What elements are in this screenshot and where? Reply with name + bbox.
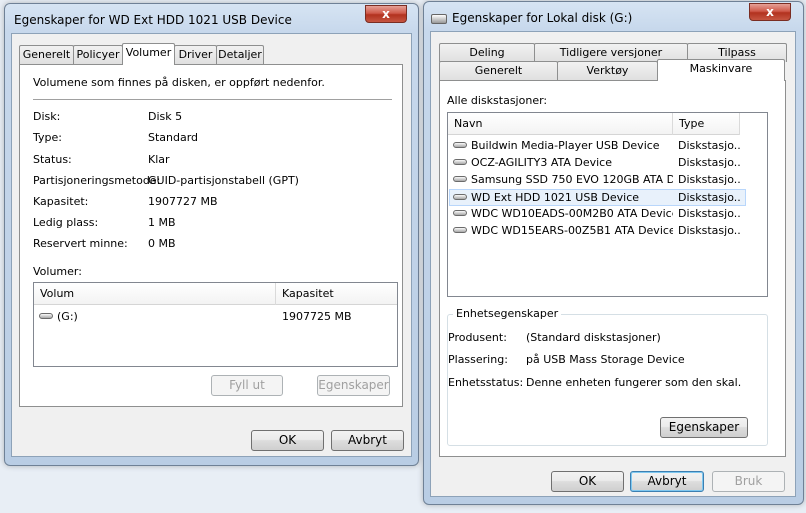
- list-item[interactable]: WDC WD15EARS-00Z5B1 ATA Device Diskstasj…: [449, 223, 746, 240]
- ok-button[interactable]: OK: [551, 471, 624, 492]
- volumes-panel: Volumene som finnes på disken, er oppfør…: [19, 64, 403, 407]
- tab-deling[interactable]: Deling: [439, 43, 535, 62]
- drive-name: WD Ext HDD 1021 USB Device: [471, 191, 640, 204]
- tab-volumer[interactable]: Volumer: [122, 43, 175, 65]
- device-label-manufacturer: Produsent:: [448, 331, 507, 344]
- drive-name-cell: Buildwin Media-Player USB Device: [453, 138, 673, 154]
- left-dialog-title: Egenskaper for WD Ext HDD 1021 USB Devic…: [14, 13, 292, 27]
- prop-value-reserved: 0 MB: [148, 237, 176, 250]
- device-value-manufacturer: (Standard diskstasjoner): [526, 331, 661, 344]
- tab-generelt[interactable]: Generelt: [19, 45, 74, 64]
- volume-properties-button[interactable]: Egenskaper: [317, 375, 390, 396]
- column-header-navn[interactable]: Navn: [448, 113, 672, 135]
- tab-verktoy[interactable]: Verktøy: [557, 61, 658, 80]
- drive-icon: [453, 142, 467, 148]
- right-dialog: Egenskaper for Lokal disk (G:) x Deling …: [423, 1, 804, 505]
- column-separator: [739, 113, 740, 135]
- drive-icon: [453, 210, 467, 216]
- drive-title-icon: [431, 14, 447, 24]
- right-client-area: Deling Tidligere versjoner Tilpass Gener…: [430, 31, 796, 497]
- drive-name: WDC WD15EARS-00Z5B1 ATA Device: [471, 224, 673, 237]
- column-header-kapasitet[interactable]: Kapasitet: [276, 283, 397, 305]
- volumes-list[interactable]: Volum Kapasitet (G:) 1907725 MB: [33, 282, 398, 367]
- drive-icon: [453, 176, 467, 182]
- list-item[interactable]: OCZ-AGILITY3 ATA Device Diskstasjo...: [449, 155, 746, 172]
- prop-label-disk: Disk:: [33, 110, 61, 123]
- right-close-button[interactable]: x: [749, 3, 791, 21]
- volumes-label: Volumer:: [33, 265, 82, 278]
- device-value-status: Denne enheten fungerer som den skal.: [526, 376, 742, 389]
- column-header-volum[interactable]: Volum: [34, 283, 275, 305]
- prop-label-capacity: Kapasitet:: [33, 195, 89, 208]
- drive-icon: [453, 159, 467, 165]
- tab-generelt[interactable]: Generelt: [439, 61, 558, 80]
- cancel-button[interactable]: Avbryt: [331, 430, 404, 451]
- hardware-panel: Alle diskstasjoner: Navn Type Buildwin M…: [439, 80, 786, 457]
- prop-value-disk: Disk 5: [148, 110, 183, 123]
- device-properties-group: Enhetsegenskaper Produsent: (Standard di…: [447, 307, 768, 446]
- column-header-type[interactable]: Type: [673, 113, 739, 135]
- device-label-location: Plassering:: [448, 353, 508, 366]
- right-dialog-title: Egenskaper for Lokal disk (G:): [452, 11, 633, 25]
- tab-maskinvare[interactable]: Maskinvare: [657, 59, 785, 81]
- prop-value-free: 1 MB: [148, 216, 176, 229]
- populate-button[interactable]: Fyll ut: [211, 375, 283, 396]
- drive-type: Diskstasjo...: [678, 191, 740, 204]
- drive-name: WDC WD10EADS-00M2B0 ATA Device: [471, 207, 673, 220]
- all-drives-label: Alle diskstasjoner:: [447, 94, 548, 107]
- drive-name-cell: WDC WD15EARS-00Z5B1 ATA Device: [453, 223, 673, 239]
- device-group-title: Enhetsegenskaper: [453, 307, 562, 320]
- cancel-button[interactable]: Avbryt: [630, 471, 704, 492]
- left-dialog: Egenskaper for WD Ext HDD 1021 USB Devic…: [4, 3, 419, 466]
- tab-detaljer[interactable]: Detaljer: [216, 45, 264, 64]
- prop-label-status: Status:: [33, 153, 72, 166]
- close-icon: x: [766, 5, 774, 19]
- list-item[interactable]: Samsung SSD 750 EVO 120GB ATA D... Disks…: [449, 172, 746, 189]
- prop-label-type: Type:: [33, 131, 62, 144]
- list-item[interactable]: (G:) 1907725 MB: [35, 309, 396, 326]
- ok-button[interactable]: OK: [251, 430, 324, 451]
- drive-icon: [453, 227, 467, 233]
- tab-driver[interactable]: Driver: [174, 45, 217, 64]
- prop-value-partition: GUID-partisjonstabell (GPT): [148, 174, 299, 187]
- volume-capacity: 1907725 MB: [282, 310, 352, 323]
- drive-name: Samsung SSD 750 EVO 120GB ATA D...: [471, 173, 673, 186]
- device-label-status: Enhetsstatus:: [448, 376, 524, 389]
- close-icon: x: [382, 7, 390, 21]
- drive-name: OCZ-AGILITY3 ATA Device: [471, 156, 612, 169]
- prop-label-reserved: Reservert minne:: [33, 237, 128, 250]
- drive-type: Diskstasjo...: [678, 173, 740, 186]
- left-client-area: Generelt Policyer Volumer Driver Detalje…: [11, 33, 412, 457]
- left-close-button[interactable]: x: [365, 5, 407, 23]
- drive-name-cell: WD Ext HDD 1021 USB Device: [453, 190, 673, 206]
- prop-label-partition: Partisjoneringsmetode:: [33, 174, 161, 187]
- prop-label-free: Ledig plass:: [33, 216, 99, 229]
- apply-button[interactable]: Bruk: [712, 471, 785, 492]
- list-item[interactable]: WDC WD10EADS-00M2B0 ATA Device Diskstasj…: [449, 206, 746, 223]
- drive-type: Diskstasjo...: [678, 139, 740, 152]
- volume-name: (G:): [57, 310, 78, 323]
- volumes-intro-text: Volumene som finnes på disken, er oppfør…: [33, 76, 325, 89]
- prop-value-type: Standard: [148, 131, 199, 144]
- drive-icon: [39, 313, 53, 319]
- prop-value-capacity: 1907727 MB: [148, 195, 218, 208]
- tab-policyer[interactable]: Policyer: [73, 45, 123, 64]
- list-item[interactable]: Buildwin Media-Player USB Device Disksta…: [449, 138, 746, 155]
- drive-type: Diskstasjo...: [678, 156, 740, 169]
- drive-name: Buildwin Media-Player USB Device: [471, 139, 660, 152]
- list-item-selected[interactable]: WD Ext HDD 1021 USB Device Diskstasjo...: [449, 189, 746, 206]
- device-properties-button[interactable]: Egenskaper: [660, 417, 748, 438]
- divider: [33, 99, 392, 100]
- drive-type: Diskstasjo...: [678, 224, 740, 237]
- prop-value-status: Klar: [148, 153, 170, 166]
- device-value-location: på USB Mass Storage Device: [526, 353, 685, 366]
- drive-name-cell: OCZ-AGILITY3 ATA Device: [453, 155, 673, 171]
- drive-type: Diskstasjo...: [678, 207, 740, 220]
- drive-name-cell: WDC WD10EADS-00M2B0 ATA Device: [453, 206, 673, 222]
- volume-name-cell: (G:): [39, 309, 78, 325]
- drive-icon: [453, 194, 467, 200]
- drive-name-cell: Samsung SSD 750 EVO 120GB ATA D...: [453, 172, 673, 188]
- drives-list[interactable]: Navn Type Buildwin Media-Player USB Devi…: [447, 112, 768, 297]
